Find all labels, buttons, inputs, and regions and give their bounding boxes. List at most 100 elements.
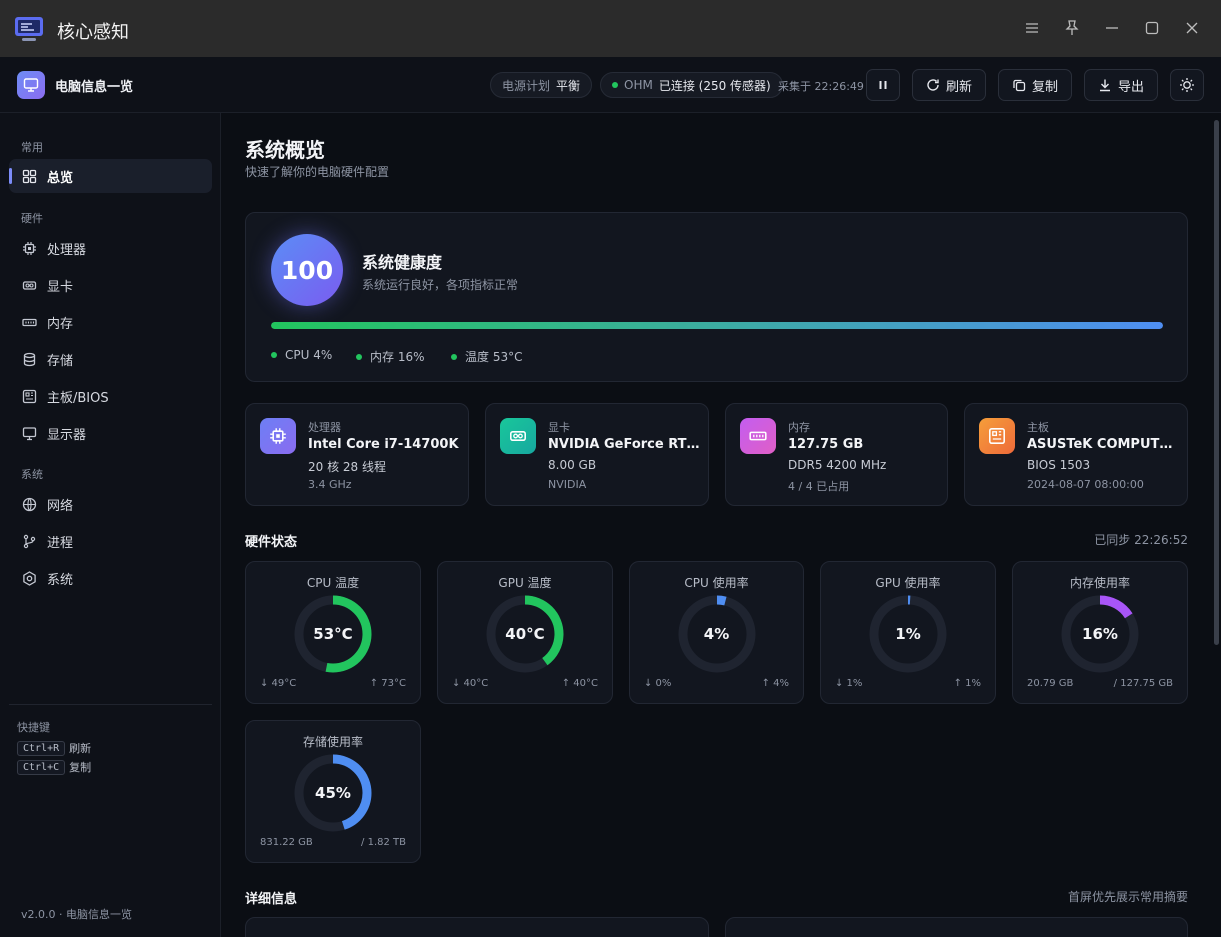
gauge-title: GPU 温度 (498, 576, 552, 590)
status-synced: 已同步 22:26:52 (1094, 533, 1188, 547)
hardware-card-memory[interactable]: 内存 127.75 GB DDR5 4200 MHz 4 / 4 已占用 (725, 403, 948, 506)
hardware-name: Intel Core i7-14700K (308, 437, 459, 452)
gauge-value: 4% (703, 625, 730, 643)
gauge-title: 内存使用率 (1069, 576, 1130, 590)
status-section-title: 硬件状态 (245, 535, 298, 550)
sidebar-item-display[interactable]: 显示器 (9, 416, 212, 450)
copy-button[interactable]: 复制 (998, 69, 1072, 101)
pause-button[interactable] (866, 69, 900, 101)
gauge-card-memory-usage: 内存使用率 16% 20.79 GB / 127.75 GB (1012, 561, 1188, 704)
status-dot (356, 353, 362, 360)
collected-time: 采集于 22:26:49 (778, 80, 864, 93)
ohm-label: OHM (624, 78, 653, 92)
scrollbar-thumb[interactable] (1214, 120, 1219, 645)
gauge-min: ↓ 1% (835, 678, 863, 689)
memory-icon (740, 418, 776, 454)
sidebar-item-network[interactable]: 网络 (9, 487, 212, 521)
gauge-max: ↑ 73°C (369, 678, 406, 689)
sidebar-item-storage[interactable]: 存储 (9, 342, 212, 376)
minimize-icon[interactable] (1102, 18, 1122, 38)
pause-icon (879, 81, 887, 89)
power-plan-label: 电源计划 (502, 78, 551, 93)
hardware-label: 处理器 (308, 421, 341, 434)
shortcut-copy: Ctrl+C 复制 (17, 759, 91, 775)
hardware-name: 127.75 GB (788, 437, 864, 452)
hardware-detail: BIOS 1503 (1027, 458, 1091, 472)
gauge-title: CPU 使用率 (684, 576, 749, 590)
gauge-card-gpu-temp: GPU 温度 40°C ↓ 40°C ↑ 40°C (437, 561, 613, 704)
gauge-max: / 127.75 GB (1113, 678, 1173, 689)
gauge-min: 831.22 GB (260, 837, 313, 848)
sidebar-item-process[interactable]: 进程 (9, 524, 212, 558)
hardware-subdetail: NVIDIA (548, 478, 587, 491)
hardware-name: NVIDIA GeForce RTX 4060 (548, 437, 700, 452)
gauge-card-cpu-temp: CPU 温度 53°C ↓ 49°C ↑ 73°C (245, 561, 421, 704)
sidebar-item-label: 存储 (47, 353, 74, 369)
sidebar-item-cpu[interactable]: 处理器 (9, 231, 212, 265)
hardware-card-gpu[interactable]: 显卡 NVIDIA GeForce RTX 4060 8.00 GB NVIDI… (485, 403, 709, 506)
gauge-card-storage-usage: 存储使用率 45% 831.22 GB / 1.82 TB (245, 720, 421, 863)
theme-toggle-button[interactable] (1170, 69, 1204, 101)
sidebar-item-gpu[interactable]: 显卡 (9, 268, 212, 302)
menu-icon[interactable] (1022, 18, 1042, 38)
hardware-label: 显卡 (548, 421, 570, 434)
refresh-button[interactable]: 刷新 (912, 69, 986, 101)
copy-icon (1013, 79, 1026, 92)
cpu-icon (21, 240, 37, 256)
maximize-icon[interactable] (1142, 18, 1162, 38)
status-dot (271, 352, 277, 358)
hardware-detail: 8.00 GB (548, 458, 597, 472)
sidebar-item-label: 内存 (47, 316, 74, 332)
sidebar-item-label: 主板/BIOS (47, 390, 109, 406)
section-label-common: 常用 (21, 141, 43, 154)
sidebar-item-label: 网络 (47, 498, 74, 514)
hardware-detail: 20 核 28 线程 (308, 460, 386, 474)
monitor-icon (21, 425, 37, 441)
metric-label: CPU 4% (285, 348, 333, 362)
health-score: 100 (271, 234, 343, 306)
shortcut-label: 复制 (69, 761, 92, 774)
page-title: 系统概览 (245, 138, 325, 162)
version-label: v2.0.0 · 电脑信息一览 (21, 908, 132, 921)
cpu-icon (260, 418, 296, 454)
gauge-value: 40°C (505, 625, 545, 643)
export-button[interactable]: 导出 (1084, 69, 1158, 101)
health-title: 系统健康度 (362, 253, 443, 272)
shortcut-refresh: Ctrl+R 刷新 (17, 740, 91, 756)
gauge-title: 存储使用率 (302, 735, 363, 749)
close-icon[interactable] (1182, 18, 1202, 38)
detail-section-title: 详细信息 (245, 892, 298, 907)
gauge-title: CPU 温度 (306, 576, 360, 590)
gauge-min: 20.79 GB (1027, 678, 1074, 689)
gauge-value: 53°C (313, 625, 353, 643)
sun-icon (1180, 78, 1194, 92)
sidebar-item-label: 总览 (47, 170, 74, 186)
status-dot (612, 82, 618, 88)
hardware-card-motherboard[interactable]: 主板 ASUSTeK COMPUTER INC. BIOS 1503 2024-… (964, 403, 1188, 506)
shortcut-key: Ctrl+C (17, 759, 66, 775)
gauge-min: ↓ 0% (644, 678, 672, 689)
export-label: 导出 (1117, 79, 1144, 95)
detail-card-right (725, 917, 1188, 937)
pin-icon[interactable] (1062, 18, 1082, 38)
gauge-value: 16% (1082, 625, 1118, 643)
sidebar-item-label: 系统 (47, 572, 74, 588)
power-plan-value: 平衡 (556, 78, 581, 93)
globe-icon (21, 496, 37, 512)
sidebar-item-system[interactable]: 系统 (9, 561, 212, 595)
hardware-card-cpu[interactable]: 处理器 Intel Core i7-14700K 20 核 28 线程 3.4 … (245, 403, 469, 506)
shortcut-label: 刷新 (69, 742, 92, 755)
app-header: 电脑信息一览 电源计划 平衡 OHM 已连接 (250 传感器) 采集于 22:… (0, 57, 1221, 113)
memory-icon (21, 314, 37, 330)
ohm-status-badge: OHM 已连接 (250 传感器) (600, 72, 783, 98)
sidebar-item-motherboard[interactable]: 主板/BIOS (9, 379, 212, 413)
gauge-min: ↓ 40°C (452, 678, 489, 689)
sidebar-item-overview[interactable]: 总览 (9, 159, 212, 193)
refresh-icon (927, 79, 939, 91)
metric-label: 内存 16% (370, 350, 425, 364)
motherboard-icon (979, 418, 1015, 454)
gauge-max: ↑ 1% (953, 678, 981, 689)
sidebar-item-memory[interactable]: 内存 (9, 305, 212, 339)
gpu-icon (500, 418, 536, 454)
gauge-value: 45% (315, 784, 351, 802)
